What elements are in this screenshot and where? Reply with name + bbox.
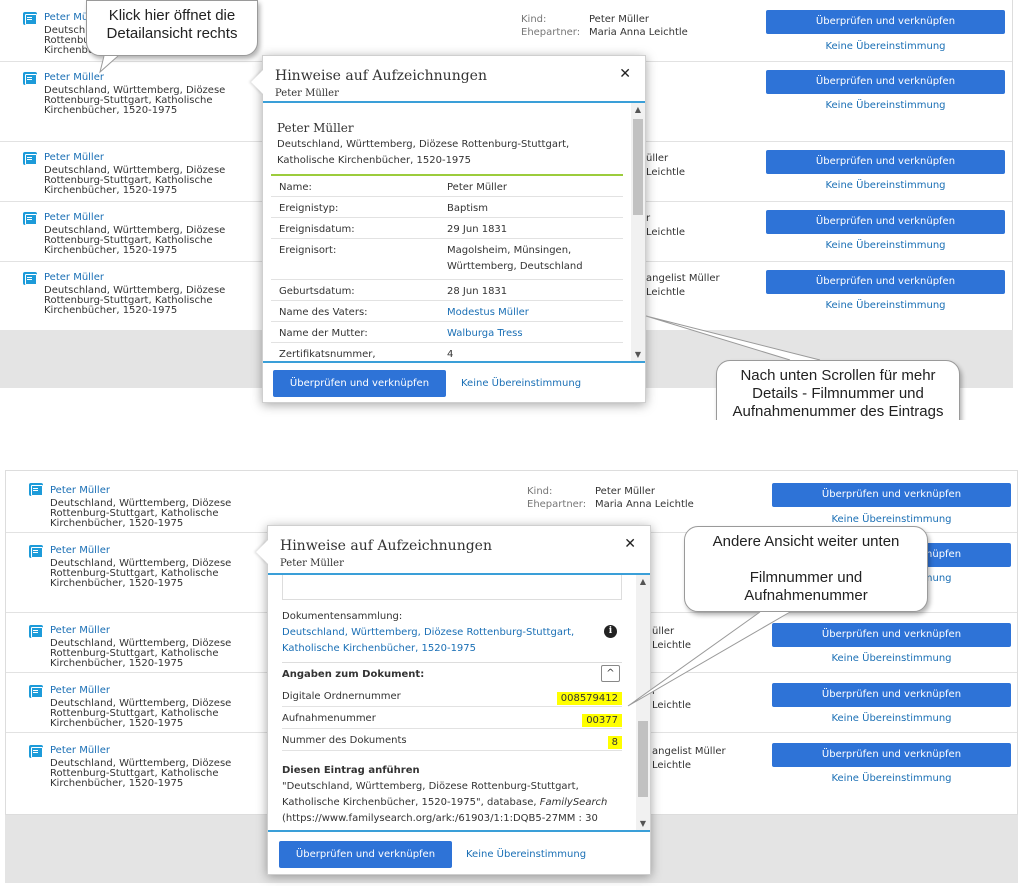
callout-pointer <box>645 315 821 361</box>
callout-pointers <box>99 55 821 707</box>
callout-pointer <box>627 611 791 707</box>
callout-pointer <box>99 55 119 74</box>
